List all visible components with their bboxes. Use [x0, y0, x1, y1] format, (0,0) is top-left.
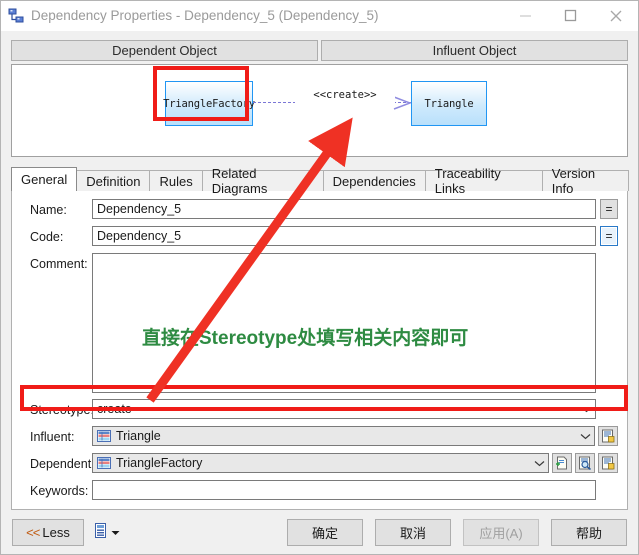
influent-row: Influent: Triangle: [12, 426, 627, 447]
tab-dependencies[interactable]: Dependencies: [322, 170, 426, 191]
chevron-down-icon[interactable]: [577, 427, 594, 445]
keywords-row: Keywords:: [12, 480, 627, 501]
tab-strip: General Definition Rules Related Diagram…: [11, 166, 629, 196]
diagram-preview[interactable]: TriangleFactory <<create>> Triangle: [11, 64, 628, 157]
dependent-object-button[interactable]: Dependent Object: [11, 40, 318, 61]
name-row: Name: =: [12, 199, 627, 220]
ok-button[interactable]: 确定: [287, 518, 363, 546]
object-header: Dependent Object Influent Object: [11, 40, 628, 61]
chevron-down-icon[interactable]: [578, 400, 595, 418]
name-input[interactable]: [92, 199, 596, 219]
code-equals-button[interactable]: =: [600, 226, 618, 246]
tab-rules[interactable]: Rules: [149, 170, 203, 191]
less-chevrons: <<: [26, 524, 40, 540]
dependent-find-button[interactable]: [575, 453, 595, 473]
tab-version-info[interactable]: Version Info: [541, 166, 629, 196]
stereotype-value: create: [97, 402, 132, 416]
cancel-button[interactable]: 取消: [375, 518, 451, 546]
tab-general[interactable]: General: [11, 167, 78, 191]
stereotype-label: Stereotype:: [30, 403, 94, 417]
report-icon: [93, 522, 108, 542]
influent-combobox[interactable]: Triangle: [92, 426, 595, 446]
influent-label: Influent:: [30, 430, 75, 444]
stereotype-combobox[interactable]: create: [92, 399, 596, 419]
close-button[interactable]: [593, 1, 638, 30]
title-bar: Dependency Properties - Dependency_5 (De…: [1, 1, 638, 31]
report-dropdown-button[interactable]: [93, 519, 127, 545]
dependent-label: Dependent:: [30, 457, 95, 471]
influent-object-button[interactable]: Influent Object: [321, 40, 628, 61]
class-table-icon: [97, 430, 111, 442]
diagram-stereotype-label: <<create>>: [295, 87, 395, 103]
apply-button: 应用(A): [463, 518, 539, 546]
comment-label: Comment:: [30, 257, 88, 271]
less-label: Less: [42, 524, 70, 540]
dependent-properties-button[interactable]: [598, 453, 618, 473]
help-button[interactable]: 帮助: [551, 518, 627, 546]
code-input[interactable]: [92, 226, 596, 246]
comment-row: Comment:: [12, 253, 627, 393]
tab-related-diagrams[interactable]: Related Diagrams: [201, 166, 324, 196]
dependent-value: TriangleFactory: [116, 456, 203, 470]
less-button[interactable]: << Less: [12, 518, 84, 546]
code-label: Code:: [30, 230, 64, 244]
dependency-icon: [8, 8, 24, 24]
dependent-row: Dependent: TriangleFactory: [12, 453, 627, 474]
name-equals-button[interactable]: =: [600, 199, 618, 219]
window-title: Dependency Properties - Dependency_5 (De…: [31, 8, 379, 23]
influent-properties-button[interactable]: [598, 426, 618, 446]
influent-value: Triangle: [116, 429, 161, 443]
dependency-properties-dialog: Dependency Properties - Dependency_5 (De…: [0, 0, 639, 555]
keywords-input[interactable]: [92, 480, 596, 500]
tab-definition[interactable]: Definition: [76, 170, 151, 191]
maximize-button[interactable]: [548, 1, 593, 30]
minimize-button[interactable]: [503, 1, 548, 30]
general-tab-panel: Name: = Code: = Comment: Stereotype: cre…: [11, 190, 628, 510]
tab-traceability-links[interactable]: Traceability Links: [424, 166, 543, 196]
uml-class-triangle[interactable]: Triangle: [411, 81, 487, 126]
keywords-label: Keywords:: [30, 484, 89, 498]
dialog-footer: << Less 确定 取消 应用(A) 帮助: [1, 510, 638, 554]
uml-class-trianglefactory[interactable]: TriangleFactory: [163, 81, 255, 126]
name-label: Name:: [30, 203, 67, 217]
dependent-new-button[interactable]: [552, 453, 572, 473]
class-table-icon: [97, 457, 111, 469]
stereotype-row: Stereotype: create: [12, 399, 627, 420]
chevron-down-icon[interactable]: [531, 454, 548, 472]
chevron-down-icon[interactable]: [111, 525, 120, 539]
dependent-combobox[interactable]: TriangleFactory: [92, 453, 549, 473]
comment-textarea[interactable]: [92, 253, 596, 393]
code-row: Code: =: [12, 226, 627, 247]
